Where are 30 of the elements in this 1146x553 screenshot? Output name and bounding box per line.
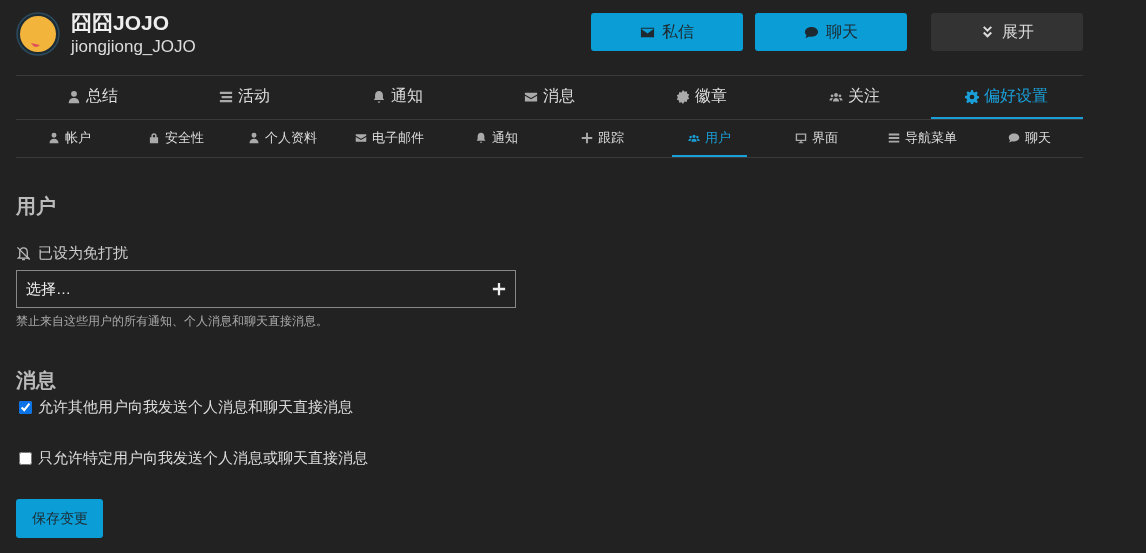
header-button[interactable]: 私信	[591, 13, 743, 51]
settings-tab[interactable]: 用户	[672, 120, 748, 157]
user-select-field[interactable]: 选择…	[16, 270, 516, 308]
checkbox-label: 允许其他用户向我发送个人消息和聊天直接消息	[38, 398, 353, 417]
nav-tab[interactable]: 关注	[778, 76, 931, 119]
section-heading: 消息	[16, 368, 57, 392]
settings-tab[interactable]: 安全性	[132, 120, 221, 157]
display-name: 囧囧JOJO	[71, 10, 171, 36]
nav-tab[interactable]: 徽章	[625, 76, 779, 119]
nav-tab[interactable]: 偏好设置	[930, 76, 1083, 119]
settings-tab[interactable]: 电子邮件	[338, 120, 440, 157]
header-button[interactable]: 聊天	[755, 13, 907, 51]
nav-tab[interactable]: 总结	[16, 76, 169, 119]
settings-tab[interactable]: 帐户	[31, 120, 107, 157]
save-button[interactable]: 保存变更	[16, 499, 103, 538]
field-label: 已设为免打扰	[38, 244, 128, 263]
settings-tab[interactable]: 个人资料	[232, 120, 334, 157]
nav-tab[interactable]: 消息	[473, 76, 626, 119]
checkbox-label: 只允许特定用户向我发送个人消息或聊天直接消息	[38, 449, 368, 468]
settings-tab[interactable]: 跟踪	[565, 120, 641, 157]
settings-tab[interactable]: 通知	[458, 120, 534, 157]
settings-tab[interactable]: 界面	[778, 120, 854, 157]
header-button[interactable]: 展开	[931, 13, 1083, 51]
nav-tab[interactable]: 活动	[168, 76, 321, 119]
username: jiongjiong_JOJO	[71, 36, 196, 58]
settings-tab[interactable]: 聊天	[992, 120, 1068, 157]
settings-tab[interactable]: 导航菜单	[872, 120, 974, 157]
section-heading: 用户	[16, 194, 57, 218]
field-hint: 禁止来自这些用户的所有通知、个人消息和聊天直接消息。	[16, 313, 329, 330]
nav-tab[interactable]: 通知	[320, 76, 474, 119]
